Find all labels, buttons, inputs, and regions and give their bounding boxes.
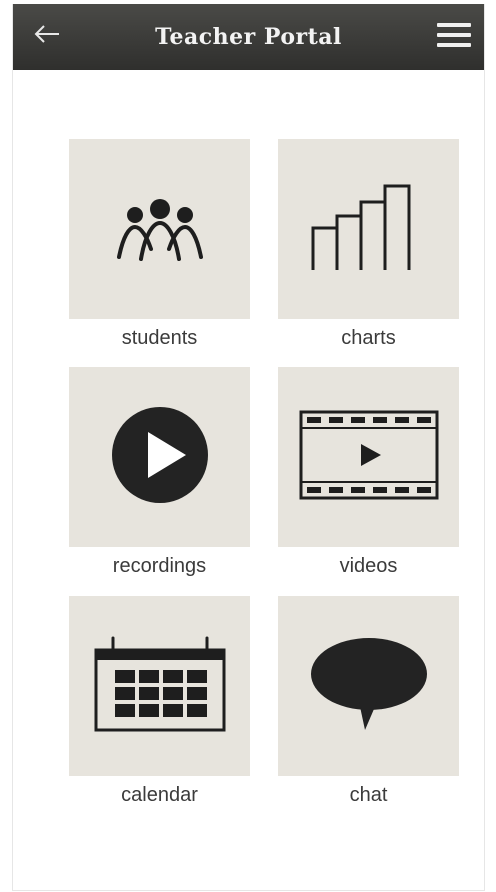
tile-videos[interactable]: videos bbox=[278, 367, 459, 579]
people-group-icon bbox=[105, 187, 215, 272]
calendar-icon bbox=[93, 636, 227, 737]
app-screen: Teacher Portal students charts recording… bbox=[12, 4, 485, 891]
tile-students[interactable]: students bbox=[69, 139, 250, 351]
tile-label: students bbox=[121, 327, 198, 349]
film-strip-icon bbox=[299, 410, 439, 505]
tile-label: videos bbox=[339, 555, 398, 577]
hamburger-menu-icon bbox=[437, 21, 471, 54]
tile-calendar[interactable]: calendar bbox=[69, 596, 250, 808]
bar-chart-icon bbox=[309, 182, 429, 277]
tile-charts-icon-box bbox=[278, 139, 459, 319]
tile-chat-icon-box bbox=[278, 596, 459, 776]
page-title: Teacher Portal bbox=[155, 24, 342, 50]
arrow-left-icon bbox=[33, 24, 61, 49]
tile-calendar-icon-box bbox=[69, 596, 250, 776]
top-bar: Teacher Portal bbox=[13, 4, 484, 70]
tile-recordings[interactable]: recordings bbox=[69, 367, 250, 579]
menu-button[interactable] bbox=[434, 18, 474, 56]
tile-students-icon-box bbox=[69, 139, 250, 319]
tile-chat[interactable]: chat bbox=[278, 596, 459, 808]
tile-recordings-icon-box bbox=[69, 367, 250, 547]
tile-label: charts bbox=[341, 327, 396, 349]
tile-label: recordings bbox=[112, 555, 207, 577]
speech-bubble-icon bbox=[307, 634, 431, 739]
play-circle-icon bbox=[110, 405, 210, 510]
tile-label: calendar bbox=[121, 784, 198, 806]
tile-label: chat bbox=[349, 784, 388, 806]
tile-videos-icon-box bbox=[278, 367, 459, 547]
back-button[interactable] bbox=[27, 18, 67, 54]
tile-charts[interactable]: charts bbox=[278, 139, 459, 351]
